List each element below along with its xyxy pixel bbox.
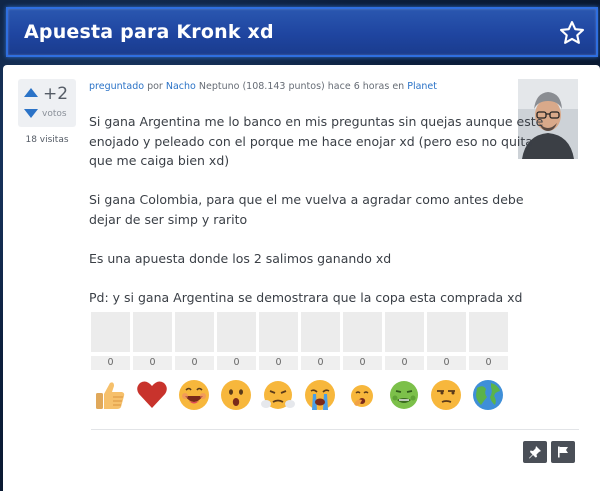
vote-box: +2 votos [18,79,76,127]
reaction-bar [259,312,298,352]
reaction-count: 0 [427,356,466,370]
reaction-count: 0 [343,356,382,370]
reaction-bar [217,312,256,352]
surprised-face-icon[interactable] [219,378,253,412]
question-meta: preguntado por Nacho Neptuno (108.143 pu… [89,81,437,92]
reaction-bar [385,312,424,352]
reaction-bar [301,312,340,352]
vote-down-arrow-icon[interactable] [24,109,38,118]
reaction-bar [343,312,382,352]
heart-icon[interactable] [135,378,169,412]
nauseated-face-icon[interactable] [387,378,421,412]
pin-icon [529,446,541,459]
reaction-bar [469,312,508,352]
reaction-bar [427,312,466,352]
reaction-count: 0 [385,356,424,370]
author-link[interactable]: Nacho [166,81,196,92]
reaction-bar [175,312,214,352]
body-paragraph: Pd: y si gana Argentina se demostrara qu… [89,289,523,305]
reaction-count: 0 [259,356,298,370]
globe-icon[interactable] [471,378,505,412]
reaction-count: 0 [91,356,130,370]
asked-link[interactable]: preguntado [89,81,144,92]
post-time: hace 6 horas [327,81,390,92]
reaction-count: 0 [469,356,508,370]
steaming-face-icon[interactable] [261,378,295,412]
laughing-face-icon[interactable] [177,378,211,412]
body-paragraph: Es una apuesta donde los 2 salimos ganan… [89,250,392,266]
reaction-count: 0 [301,356,340,370]
vote-up-arrow-icon[interactable] [24,88,38,97]
meta-by: por [147,81,163,92]
favorite-star-icon[interactable] [558,19,586,47]
divider [91,429,579,430]
pin-button[interactable] [523,441,547,463]
reaction-bar [91,312,130,352]
question-body: Si gana Argentina me lo banco en mis pre… [89,112,559,327]
crying-face-icon[interactable] [303,378,337,412]
body-paragraph: Si gana Colombia, para que el me vuelva … [89,192,524,227]
vote-label: votos [42,109,67,119]
page-title: Apuesta para Kronk xd [24,21,274,43]
reaction-count: 0 [133,356,172,370]
question-card: +2 votos 18 visitas preguntado por Nacho… [3,65,600,491]
question-title-bar: Apuesta para Kronk xd [6,7,598,57]
unamused-face-icon[interactable] [429,378,463,412]
meta-in: en [392,81,405,92]
view-count: 18 visitas [25,135,69,145]
yawning-face-icon[interactable] [345,378,379,412]
flag-button[interactable] [551,441,575,463]
body-paragraph: Si gana Argentina me lo banco en mis pre… [89,114,544,168]
reaction-bar [133,312,172,352]
author-rank: Neptuno (108.143 puntos) [198,81,325,92]
category-link[interactable]: Planet [407,81,437,92]
flag-icon [558,446,568,458]
reaction-count: 0 [175,356,214,370]
thumbs-up-icon[interactable] [93,378,127,412]
reaction-count: 0 [217,356,256,370]
vote-count: +2 [43,84,69,104]
